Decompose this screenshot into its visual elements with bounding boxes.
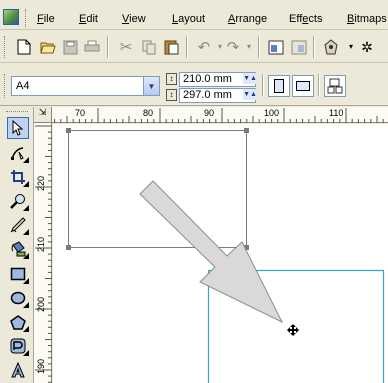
page-height-spinner-icon[interactable]: ▼▲ xyxy=(243,89,257,100)
copy-icon[interactable] xyxy=(138,36,160,58)
toolbox-grip xyxy=(6,111,28,112)
arrow-shape[interactable] xyxy=(139,180,284,324)
menu-arrange-label: rrange xyxy=(235,13,268,25)
property-bar: A4 ▼ ↕ 210.0 mm ▼▲ ↕ 297.0 mm ▼▲ xyxy=(0,64,388,106)
menu-file[interactable]: File xyxy=(37,13,55,25)
standard-toolbar: ✂ ↶ ▾ ↷ ▾ ▾ ✲ xyxy=(0,30,388,63)
ruler-origin-icon[interactable]: ⇲ xyxy=(34,107,52,123)
toolbar-separator xyxy=(258,36,260,58)
new-icon[interactable] xyxy=(13,36,35,58)
menu-bar: File Edit View Layout Arrange Effects Bi… xyxy=(0,0,388,30)
vertical-ruler-ticks xyxy=(35,125,52,383)
application-launcher-icon[interactable] xyxy=(320,36,342,58)
vertical-ruler[interactable]: 220 210 200 190 xyxy=(34,123,52,383)
page-height-icon: ↕ xyxy=(166,89,177,101)
shape-tool-icon[interactable] xyxy=(7,142,29,164)
corel-app-icon[interactable] xyxy=(3,9,19,25)
freehand-tool-icon[interactable] xyxy=(7,214,29,236)
ruler-label-220: 220 xyxy=(36,175,46,191)
menu-layout-label: ayout xyxy=(178,13,206,25)
move-cursor-icon xyxy=(287,324,299,336)
text-tool-icon[interactable] xyxy=(7,359,29,381)
page-width-spinner-icon[interactable]: ▼▲ xyxy=(243,73,257,84)
menu-effects-label: cts xyxy=(308,13,323,25)
menu-file-mnemonic: F xyxy=(37,13,44,25)
page-width-field[interactable]: ↕ 210.0 mm ▼▲ xyxy=(166,72,258,87)
drawing-canvas[interactable] xyxy=(53,124,388,383)
smart-fill-tool-icon[interactable] xyxy=(7,238,29,260)
menu-view-label: iew xyxy=(129,13,146,25)
export-icon[interactable] xyxy=(288,36,310,58)
propbar-separator xyxy=(318,74,320,96)
ruler-label-90: 90 xyxy=(204,108,215,118)
import-icon[interactable] xyxy=(265,36,287,58)
polygon-tool-icon[interactable] xyxy=(7,311,29,333)
chevron-down-icon[interactable]: ▼ xyxy=(143,77,159,95)
menu-effects[interactable]: Effects xyxy=(289,13,322,25)
cut-icon[interactable]: ✂ xyxy=(115,36,137,58)
ruler-label-70: 70 xyxy=(75,108,86,118)
menu-view[interactable]: View xyxy=(122,13,146,25)
menu-bitmaps[interactable]: Bitmaps xyxy=(347,13,387,25)
crop-tool-icon[interactable] xyxy=(7,166,29,188)
toolbar-separator xyxy=(107,36,109,58)
save-icon[interactable] xyxy=(59,36,81,58)
propbar-grip xyxy=(4,74,8,98)
redo-dropdown-icon[interactable]: ▾ xyxy=(238,36,260,58)
menu-edit[interactable]: Edit xyxy=(79,13,98,25)
all-pages-button[interactable] xyxy=(324,75,346,97)
ruler-label-100: 100 xyxy=(264,108,280,118)
all-pages-icon xyxy=(327,78,343,94)
page-width-icon: ↕ xyxy=(166,73,177,85)
portrait-icon xyxy=(274,79,284,93)
selection-handle[interactable] xyxy=(66,245,71,250)
basic-shapes-tool-icon[interactable] xyxy=(7,335,29,357)
ruler-label-200: 200 xyxy=(36,296,46,312)
open-icon[interactable] xyxy=(37,36,59,58)
ruler-label-80: 80 xyxy=(143,108,154,118)
ruler-label-110: 110 xyxy=(329,108,344,118)
menu-grip xyxy=(25,9,29,27)
horizontal-ruler[interactable]: 70 80 90 100 110 xyxy=(34,107,388,123)
welcome-screen-icon[interactable]: ✲ xyxy=(356,36,378,58)
selection-handle[interactable] xyxy=(66,128,71,133)
menu-file-label: ile xyxy=(43,13,55,25)
propbar-separator xyxy=(262,74,264,96)
portrait-button[interactable] xyxy=(268,75,290,97)
ruler-label-190: 190 xyxy=(36,358,46,374)
menu-bitmaps-label: itmaps xyxy=(354,13,387,25)
selection-handle[interactable] xyxy=(244,128,249,133)
ruler-label-210: 210 xyxy=(36,236,46,252)
page-size-value: A4 xyxy=(16,80,30,92)
toolbar-grip xyxy=(4,36,8,58)
ellipse-tool-icon[interactable] xyxy=(7,287,29,309)
toolbar-separator xyxy=(186,36,188,58)
menu-edit-label: dit xyxy=(86,13,98,25)
rectangle-tool-icon[interactable] xyxy=(7,263,29,285)
menu-effects-prefix: Eff xyxy=(289,13,303,25)
page-height-field[interactable]: ↕ 297.0 mm ▼▲ xyxy=(166,88,258,103)
print-icon[interactable] xyxy=(81,36,103,58)
pick-tool-icon[interactable] xyxy=(7,117,29,139)
toolbar-separator xyxy=(313,36,315,58)
landscape-icon xyxy=(296,81,310,91)
zoom-tool-icon[interactable] xyxy=(7,190,29,212)
menu-arrange[interactable]: Arrange xyxy=(228,13,267,25)
toolbox xyxy=(0,107,34,383)
landscape-button[interactable] xyxy=(292,75,314,97)
paste-icon[interactable] xyxy=(160,36,182,58)
menu-layout[interactable]: Layout xyxy=(172,13,205,25)
page-size-select[interactable]: A4 ▼ xyxy=(11,76,160,96)
